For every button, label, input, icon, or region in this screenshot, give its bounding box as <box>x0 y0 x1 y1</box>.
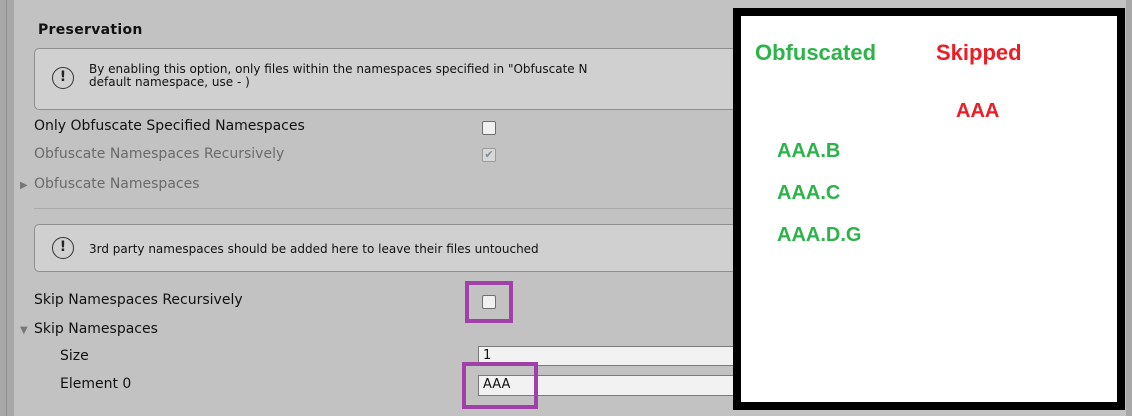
obfuscate-recursive-label: Obfuscate Namespaces Recursively <box>34 146 285 162</box>
skip-recursive-label: Skip Namespaces Recursively <box>34 292 243 308</box>
info-icon: ! <box>52 237 74 259</box>
check-icon: ✔ <box>484 148 494 161</box>
section-divider <box>34 208 754 209</box>
help-text-only-obfuscate: By enabling this option, only files with… <box>89 62 588 89</box>
help-box-third-party: ! 3rd party namespaces should be added h… <box>34 224 754 272</box>
inspector-scrollbar[interactable] <box>1126 0 1132 416</box>
skip-recursive-checkbox[interactable] <box>482 295 496 309</box>
skipped-item: AAA <box>956 100 1000 122</box>
highlight-element0 <box>462 362 538 409</box>
only-obfuscate-checkbox[interactable] <box>482 121 496 135</box>
help-box-only-obfuscate: ! By enabling this option, only files wi… <box>34 48 754 110</box>
info-icon: ! <box>52 67 74 89</box>
obfuscated-item: AAA.B <box>777 140 841 162</box>
triangle-down-icon[interactable]: ▼ <box>20 325 28 336</box>
triangle-right-icon[interactable]: ▶ <box>20 180 28 191</box>
obfuscated-heading: Obfuscated <box>755 40 877 65</box>
help-text-third-party: 3rd party namespaces should be added her… <box>89 242 539 256</box>
obfuscate-namespaces-foldout[interactable]: Obfuscate Namespaces <box>34 176 200 192</box>
left-gutter <box>0 0 14 416</box>
element0-label: Element 0 <box>60 376 132 392</box>
skip-namespaces-foldout[interactable]: Skip Namespaces <box>34 321 158 337</box>
section-title: Preservation <box>38 22 143 38</box>
obfuscated-item: AAA.C <box>777 182 841 204</box>
size-label: Size <box>60 348 89 364</box>
only-obfuscate-label: Only Obfuscate Specified Namespaces <box>34 118 305 134</box>
result-panel: Obfuscated Skipped AAA AAA.B AAA.C AAA.D… <box>733 8 1125 410</box>
obfuscate-recursive-checkbox[interactable]: ✔ <box>482 148 496 162</box>
obfuscated-item: AAA.D.G <box>777 224 862 246</box>
skipped-heading: Skipped <box>936 40 1022 65</box>
